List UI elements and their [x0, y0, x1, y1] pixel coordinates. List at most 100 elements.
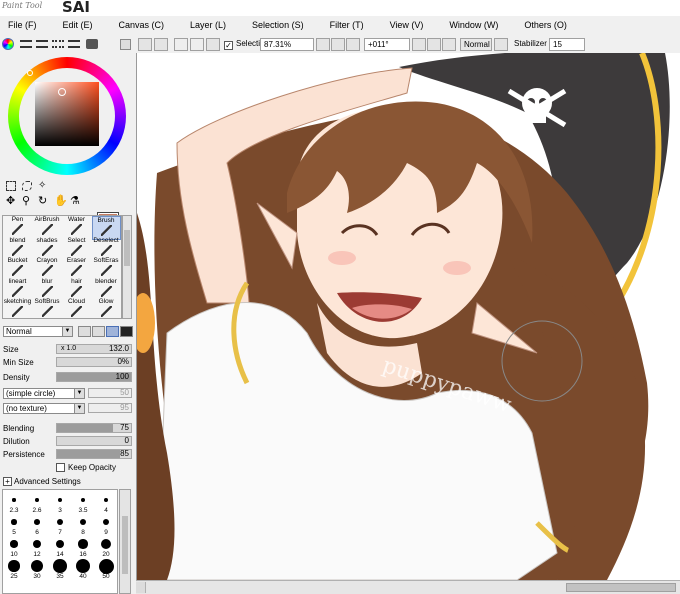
blending-slider[interactable]: 75: [56, 423, 132, 433]
texture-select[interactable]: (no texture) ▼: [3, 403, 85, 414]
eyedropper-icon[interactable]: ⚗: [70, 196, 80, 207]
marquee-icon[interactable]: [6, 181, 16, 191]
menu-others[interactable]: Others (O): [516, 17, 573, 35]
brush-size-label: 20: [102, 551, 110, 558]
brush-size-label: 5: [12, 529, 16, 536]
scroll-thumb[interactable]: [566, 583, 676, 592]
brush-shape-flat-icon[interactable]: [78, 326, 91, 337]
brush-size-label: 3: [58, 507, 62, 514]
rotation-field[interactable]: +011°: [364, 38, 410, 51]
brush-size-dot[interactable]: [98, 558, 114, 574]
scratchpad-tab-icon[interactable]: [68, 40, 80, 48]
texture-strength-slider[interactable]: 95: [88, 403, 132, 413]
move-icon[interactable]: ✥: [6, 196, 16, 207]
rotate-left-button[interactable]: [412, 38, 426, 51]
app-logo: SAI: [62, 0, 90, 16]
min-size-slider[interactable]: 0%: [56, 357, 132, 367]
dilution-slider[interactable]: 0: [56, 436, 132, 446]
zoom-out-button[interactable]: [316, 38, 330, 51]
brush-size-dot[interactable]: [78, 539, 88, 549]
tool-grid-scrollbar[interactable]: [122, 215, 132, 319]
menu-view[interactable]: View (V): [382, 17, 430, 35]
menu-file[interactable]: File (F): [0, 17, 43, 35]
hand-icon[interactable]: ✋: [54, 196, 68, 207]
brush-size-dot[interactable]: [35, 498, 39, 502]
menu-canvas[interactable]: Canvas (C): [111, 17, 171, 35]
menu-filter[interactable]: Filter (T): [322, 17, 370, 35]
zoom-field[interactable]: 87.31%: [260, 38, 314, 51]
brush-shape-soft-icon[interactable]: [92, 326, 105, 337]
hair-icon: [71, 285, 82, 297]
brush-size-dot[interactable]: [56, 518, 64, 526]
zoom-in-button[interactable]: [331, 38, 345, 51]
color-wheel-tab-icon[interactable]: [2, 38, 14, 50]
selection-tool-icon[interactable]: [206, 38, 220, 51]
rgb-slider-tab-icon[interactable]: [20, 40, 32, 48]
size-slider[interactable]: x 1.0 132.0: [56, 344, 132, 354]
brush-shape-select[interactable]: (simple circle) ▼: [3, 388, 85, 399]
brush-size-dot[interactable]: [12, 498, 16, 502]
deselect-button[interactable]: [174, 38, 188, 51]
persistence-slider[interactable]: 85: [56, 449, 132, 459]
zoom-tool-icon[interactable]: ⚲: [22, 196, 32, 207]
hue-cursor[interactable]: [27, 70, 33, 76]
menu-window[interactable]: Window (W): [441, 17, 504, 35]
brush-shape-round-icon[interactable]: [106, 326, 119, 337]
tool-slot-sketching[interactable]: sketching: [3, 298, 32, 322]
tool-label: SoftEras: [93, 257, 119, 264]
keep-opacity-label: Keep Opacity: [68, 463, 117, 472]
brush-shape-hard-icon[interactable]: [120, 326, 133, 337]
min-size-value: 0%: [117, 357, 129, 366]
undo-icon[interactable]: [138, 38, 152, 51]
blend-mode-select[interactable]: Normal: [460, 38, 492, 51]
app-logo-small: Paint Tool: [2, 1, 43, 10]
lasso-icon[interactable]: [22, 181, 32, 191]
menu-selection[interactable]: Selection (S): [244, 17, 310, 35]
brush-size-dot[interactable]: [10, 540, 18, 548]
brush-size-dot[interactable]: [33, 540, 41, 548]
brush-size-dot[interactable]: [34, 519, 40, 525]
color-picker-cursor[interactable]: [58, 88, 66, 96]
brush-blend-select[interactable]: Normal ▼: [3, 326, 73, 337]
shape-strength-slider[interactable]: 50: [88, 388, 132, 398]
tool-label: blender: [95, 277, 117, 285]
blending-value: 75: [120, 423, 129, 432]
scroll-left-arrow-icon[interactable]: [136, 582, 146, 593]
keep-opacity-checkbox[interactable]: [56, 463, 65, 472]
advanced-settings-toggle[interactable]: +: [3, 477, 12, 486]
brush-size-scrollbar[interactable]: [119, 489, 131, 594]
flip-icon[interactable]: [494, 38, 508, 51]
panel-collapse-icon[interactable]: [120, 39, 131, 50]
tool-slot-cloud[interactable]: Cloud: [62, 298, 91, 322]
brush-size-dot[interactable]: [53, 559, 67, 573]
stabilizer-select[interactable]: 15: [549, 38, 585, 51]
swatches-tab-icon[interactable]: [52, 40, 64, 48]
drawing-canvas[interactable]: puppypaww: [136, 53, 680, 580]
canvas-horizontal-scrollbar[interactable]: [136, 580, 680, 594]
size-label: Size: [3, 345, 19, 354]
rotate-reset-button[interactable]: [442, 38, 456, 51]
menu-layer[interactable]: Layer (L): [182, 17, 232, 35]
menu-edit[interactable]: Edit (E): [55, 17, 99, 35]
invert-selection-button[interactable]: [190, 38, 204, 51]
brush-size-label: 8: [81, 529, 85, 536]
selection-checkbox[interactable]: ✓: [224, 41, 233, 50]
tool-slot-glow[interactable]: Glow: [92, 298, 121, 322]
redo-icon[interactable]: [154, 38, 168, 51]
stabilizer-label: Stabilizer: [514, 39, 547, 48]
brush-size-dot[interactable]: [58, 498, 62, 502]
zoom-reset-button[interactable]: [346, 38, 360, 51]
saturation-value-square[interactable]: [35, 82, 99, 146]
brush-size-dot[interactable]: [11, 519, 17, 525]
tool-slot-softbrus[interactable]: SoftBrus: [33, 298, 62, 322]
magic-wand-icon[interactable]: ✧: [38, 181, 48, 191]
select-icon: [71, 244, 82, 256]
brush-blend-value: Normal: [6, 327, 32, 336]
brush-size-dot[interactable]: [8, 560, 20, 572]
rotate-right-button[interactable]: [427, 38, 441, 51]
sketching-icon: [12, 306, 23, 317]
color-history-tab-icon[interactable]: [86, 39, 98, 49]
hsv-slider-tab-icon[interactable]: [36, 40, 48, 48]
density-slider[interactable]: 100: [56, 372, 132, 382]
rotate-tool-icon[interactable]: ↻: [38, 196, 48, 207]
